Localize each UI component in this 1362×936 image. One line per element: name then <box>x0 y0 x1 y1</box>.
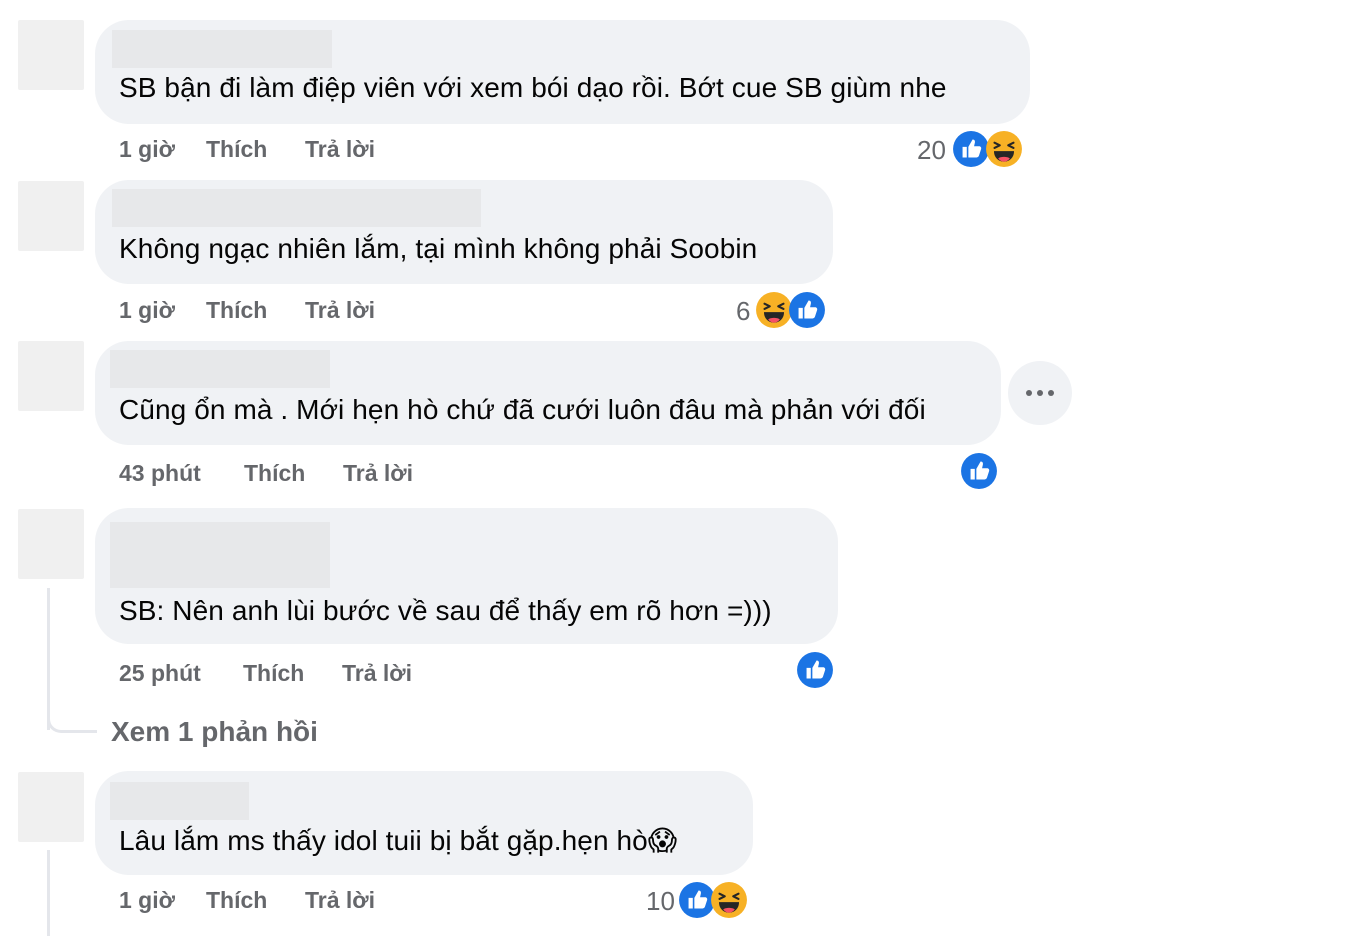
reply-link[interactable]: Trả lời <box>305 136 375 163</box>
comment-text: SB: Nên anh lùi bước về sau để thấy em r… <box>119 595 772 626</box>
comment-time[interactable]: 43 phút <box>119 460 201 487</box>
thread-line-curve <box>47 716 97 733</box>
like-link[interactable]: Thích <box>206 297 267 324</box>
reaction-count[interactable]: 10 <box>646 886 675 917</box>
comment-bubble: SB bận đi làm điệp viên với xem bói dạo … <box>95 20 1030 124</box>
like-icon[interactable] <box>960 452 998 490</box>
comment-bubble: Cũng ổn mà . Mới hẹn hò chứ đã cưới luôn… <box>95 341 1001 445</box>
like-link[interactable]: Thích <box>243 660 304 687</box>
haha-icon <box>710 881 748 919</box>
more-dot-icon <box>1026 390 1032 396</box>
comment-time[interactable]: 1 giờ <box>119 136 175 163</box>
reaction-count[interactable]: 6 <box>736 296 750 327</box>
reaction-count[interactable]: 20 <box>917 135 946 166</box>
comment-text: SB bận đi làm điệp viên với xem bói dạo … <box>119 72 947 103</box>
comment-bubble: Không ngạc nhiên lắm, tại mình không phả… <box>95 180 833 284</box>
author-name-blurred[interactable] <box>110 782 249 820</box>
author-name-blurred[interactable] <box>110 522 330 588</box>
thread-line <box>47 588 50 730</box>
comment-time[interactable]: 25 phút <box>119 660 201 687</box>
comment-text: Không ngạc nhiên lắm, tại mình không phả… <box>119 233 758 264</box>
like-icon <box>788 291 826 329</box>
haha-icon <box>985 130 1023 168</box>
view-replies-link[interactable]: Xem 1 phản hồi <box>111 716 318 748</box>
like-link[interactable]: Thích <box>206 887 267 914</box>
avatar[interactable] <box>18 181 84 251</box>
avatar[interactable] <box>18 20 84 90</box>
more-dot-icon <box>1048 390 1054 396</box>
comment-text: Cũng ổn mà . Mới hẹn hò chứ đã cưới luôn… <box>119 394 926 425</box>
reply-link[interactable]: Trả lời <box>342 660 412 687</box>
like-link[interactable]: Thích <box>206 136 267 163</box>
like-icon[interactable] <box>796 651 834 689</box>
more-dot-icon <box>1037 390 1043 396</box>
avatar[interactable] <box>18 772 84 842</box>
avatar[interactable] <box>18 341 84 411</box>
thread-line <box>47 850 50 936</box>
comment-time[interactable]: 1 giờ <box>119 297 175 324</box>
reply-link[interactable]: Trả lời <box>305 297 375 324</box>
reply-link[interactable]: Trả lời <box>343 460 413 487</box>
comment-text: Lâu lắm ms thấy idol tuii bị bắt gặp.hẹn… <box>119 825 678 856</box>
avatar[interactable] <box>18 509 84 579</box>
more-options-button[interactable] <box>1008 361 1072 425</box>
reply-link[interactable]: Trả lời <box>305 887 375 914</box>
like-link[interactable]: Thích <box>244 460 305 487</box>
comment-time[interactable]: 1 giờ <box>119 887 175 914</box>
author-name-blurred[interactable] <box>112 30 332 68</box>
comment-bubble: Lâu lắm ms thấy idol tuii bị bắt gặp.hẹn… <box>95 771 753 875</box>
author-name-blurred[interactable] <box>112 189 481 227</box>
comment-bubble: SB: Nên anh lùi bước về sau để thấy em r… <box>95 508 838 644</box>
author-name-blurred[interactable] <box>110 350 330 388</box>
